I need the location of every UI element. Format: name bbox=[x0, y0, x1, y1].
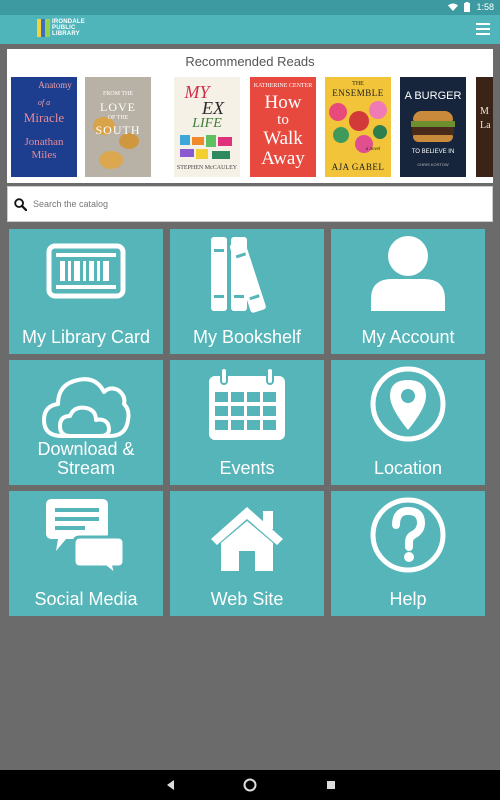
library-logo[interactable]: IRONDALE PUBLIC LIBRARY bbox=[37, 19, 85, 37]
events-label: Events bbox=[219, 458, 275, 478]
chat-bubbles-icon bbox=[46, 499, 126, 575]
wifi-icon bbox=[448, 3, 459, 11]
catalog-search-bar[interactable] bbox=[7, 186, 493, 222]
account-tile[interactable]: My Account bbox=[331, 229, 485, 354]
hamburger-menu-icon[interactable] bbox=[476, 23, 490, 35]
app-header: IRONDALE PUBLIC LIBRARY bbox=[0, 15, 500, 44]
help-tile[interactable]: Help bbox=[331, 491, 485, 616]
home-circle-icon[interactable] bbox=[243, 777, 257, 793]
book-cover[interactable]: FROM THE LOVE OF THE SOUTH bbox=[85, 77, 151, 177]
location-tile[interactable]: Location bbox=[331, 360, 485, 485]
book-cover[interactable]: MY EX LIFE STEPHEN McCAULEY bbox=[174, 77, 240, 177]
search-icon[interactable] bbox=[14, 197, 27, 211]
bookshelf-label: My Bookshelf bbox=[192, 327, 302, 347]
help-label: Help bbox=[389, 589, 427, 609]
library-logo-text: IRONDALE PUBLIC LIBRARY bbox=[52, 19, 85, 37]
download-stream-tile[interactable]: Download & Stream bbox=[9, 360, 163, 485]
library-card-label: My Library Card bbox=[21, 327, 151, 347]
back-icon[interactable] bbox=[165, 777, 175, 793]
recents-icon[interactable] bbox=[325, 777, 337, 793]
status-bar: 1:58 bbox=[0, 0, 500, 15]
bookshelf-icon bbox=[211, 237, 266, 313]
status-icons: 1:58 bbox=[448, 2, 494, 12]
book-cover[interactable]: THE ENSEMBLE a novel AJA GABEL bbox=[325, 77, 391, 177]
website-tile[interactable]: Web Site bbox=[170, 491, 324, 616]
recommended-reads-title: Recommended Reads bbox=[185, 54, 315, 69]
book-cover[interactable]: KATHERINE CENTER How to Walk Away bbox=[250, 77, 316, 177]
book-cover[interactable]: A BURGER TO BELIEVE IN CHRIS KOSTOW bbox=[400, 77, 466, 177]
library-card-tile[interactable]: My Library Card bbox=[9, 229, 163, 354]
cloud-icon bbox=[42, 377, 131, 438]
battery-icon bbox=[464, 2, 471, 12]
book-carousel[interactable]: Anatomy of a Miracle Jonathan Miles FROM… bbox=[11, 77, 493, 177]
calendar-icon bbox=[209, 367, 285, 440]
download-stream-label-line1: Download & bbox=[37, 439, 135, 459]
account-label: My Account bbox=[361, 327, 455, 347]
location-pin-icon bbox=[370, 366, 446, 442]
location-label: Location bbox=[373, 458, 443, 478]
book-cover[interactable]: M La bbox=[476, 77, 493, 177]
library-logo-icon bbox=[37, 19, 50, 37]
social-media-label: Social Media bbox=[34, 589, 138, 609]
social-media-tile[interactable]: Social Media bbox=[9, 491, 163, 616]
catalog-search-input[interactable] bbox=[33, 199, 453, 209]
website-label: Web Site bbox=[210, 589, 284, 609]
events-tile[interactable]: Events bbox=[170, 360, 324, 485]
home-icon bbox=[211, 507, 283, 571]
recommended-reads-panel: Recommended Reads Anatomy of a Miracle J… bbox=[7, 49, 493, 183]
download-stream-label-line2: Stream bbox=[56, 458, 116, 478]
bookshelf-tile[interactable]: My Bookshelf bbox=[170, 229, 324, 354]
system-navigation-bar bbox=[0, 770, 500, 800]
book-cover[interactable]: Anatomy of a Miracle Jonathan Miles bbox=[11, 77, 77, 177]
user-account-icon bbox=[371, 236, 445, 311]
barcode-card-icon bbox=[46, 243, 126, 299]
status-time: 1:58 bbox=[476, 2, 494, 12]
help-question-icon bbox=[370, 497, 446, 573]
